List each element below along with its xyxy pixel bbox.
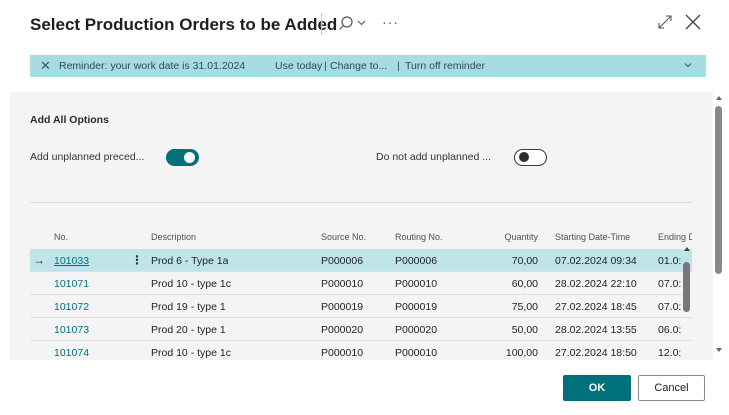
content-scrollbar[interactable] [714, 92, 724, 358]
table-scrollbar[interactable] [682, 247, 692, 351]
cell-starting-date-time: 27.02.2024 18:45 [555, 301, 637, 313]
column-header-ending-date-time[interactable]: Ending D [658, 232, 692, 242]
column-header-routing-no[interactable]: Routing No. [395, 232, 443, 242]
dismiss-reminder-icon[interactable]: ✕ [40, 58, 51, 74]
dialog-title: Select Production Orders to be Added [30, 15, 338, 34]
cell-source-no: P000010 [321, 347, 364, 359]
ok-button[interactable]: OK [563, 375, 631, 401]
more-options-button[interactable]: ··· [382, 14, 399, 30]
close-icon [685, 14, 701, 30]
column-header-quantity[interactable]: Quantity [488, 232, 538, 242]
cell-ending-date-time: 07.0: [658, 278, 682, 290]
scroll-up-icon[interactable] [716, 96, 722, 100]
cell-no[interactable]: 101071 [54, 278, 89, 290]
chevron-down-icon[interactable] [682, 59, 694, 71]
cell-routing-no: P000019 [395, 301, 438, 313]
close-button[interactable] [683, 12, 703, 32]
cell-quantity: 70,00 [511, 255, 538, 267]
toggle-knob [519, 152, 529, 162]
scroll-down-icon[interactable] [716, 348, 722, 352]
add-unplanned-label: Add unplanned preced... [30, 151, 145, 163]
add-unplanned-toggle[interactable] [166, 149, 199, 166]
cell-routing-no: P000020 [395, 324, 438, 336]
column-header-source-no[interactable]: Source No. [321, 232, 366, 242]
cell-starting-date-time: 28.02.2024 22:10 [555, 278, 637, 290]
use-today-link[interactable]: Use today [275, 60, 322, 72]
do-not-add-unplanned-toggle[interactable] [514, 149, 547, 166]
arrow-right-icon: → [33, 253, 45, 267]
cell-no[interactable]: 101074 [54, 347, 89, 359]
table-row[interactable]: 101073 Prod 20 - type 1 P000020 P000020 … [30, 318, 692, 341]
toggle-knob [184, 152, 195, 163]
table-body: → 101033 ⋮ Prod 6 - Type 1a P000006 P000… [30, 249, 692, 360]
reminder-separator: | [324, 60, 327, 72]
dialog-content: Add All Options Add unplanned preced... … [10, 92, 713, 360]
row-actions-icon[interactable]: ⋮ [131, 253, 143, 267]
do-not-add-unplanned-label: Do not add unplanned ... [376, 151, 492, 163]
content-scrollbar-thumb[interactable] [715, 106, 722, 274]
cell-ending-date-time: 01.0: [658, 255, 682, 267]
cell-quantity: 75,00 [511, 301, 538, 313]
cell-source-no: P000020 [321, 324, 364, 336]
table-row[interactable]: → 101033 ⋮ Prod 6 - Type 1a P000006 P000… [30, 249, 692, 272]
cell-description: Prod 20 - type 1 [151, 324, 226, 336]
search-icon [339, 16, 366, 30]
cell-no[interactable]: 101033 [54, 255, 89, 267]
search-button[interactable] [336, 12, 372, 36]
cell-ending-date-time: 12.0: [658, 347, 682, 359]
cell-description: Prod 6 - Type 1a [151, 255, 229, 267]
column-header-starting-date-time[interactable]: Starting Date-Time [555, 232, 630, 242]
cell-no[interactable]: 101072 [54, 301, 89, 313]
cell-routing-no: P000006 [395, 255, 438, 267]
cell-description: Prod 10 - type 1c [151, 347, 231, 359]
cell-routing-no: P000010 [395, 278, 438, 290]
cell-routing-no: P000010 [395, 347, 438, 359]
cell-description: Prod 19 - type 1 [151, 301, 226, 313]
cell-starting-date-time: 27.02.2024 18:50 [555, 347, 637, 359]
title-divider [321, 13, 322, 35]
expand-button[interactable] [656, 13, 674, 31]
reminder-message: Reminder: your work date is 31.01.2024 [59, 60, 246, 72]
cell-source-no: P000010 [321, 278, 364, 290]
column-header-no[interactable]: No. [54, 232, 68, 242]
column-header-description[interactable]: Description [151, 232, 196, 242]
cell-source-no: P000006 [321, 255, 364, 267]
cell-source-no: P000019 [321, 301, 364, 313]
change-to-link[interactable]: Change to... [330, 60, 387, 72]
divider [30, 202, 692, 203]
dialog-header: Select Production Orders to be Added ··· [0, 0, 729, 50]
cell-description: Prod 10 - type 1c [151, 278, 231, 290]
cell-quantity: 100,00 [505, 347, 538, 359]
turn-off-reminder-link[interactable]: Turn off reminder [405, 60, 485, 72]
table-scrollbar-thumb[interactable] [683, 262, 690, 312]
cancel-button[interactable]: Cancel [638, 375, 705, 401]
cell-ending-date-time: 06.0: [658, 324, 682, 336]
expand-icon [658, 15, 672, 29]
reminder-separator: | [397, 60, 400, 72]
work-date-reminder-bar: ✕ Reminder: your work date is 31.01.2024… [30, 55, 706, 77]
table-header: No. Description Source No. Routing No. Q… [30, 228, 692, 248]
scroll-up-icon[interactable] [684, 247, 690, 251]
cell-starting-date-time: 07.02.2024 09:34 [555, 255, 637, 267]
table-row[interactable]: 101071 Prod 10 - type 1c P000010 P000010… [30, 272, 692, 295]
section-title-add-all-options: Add All Options [30, 114, 109, 126]
cell-quantity: 50,00 [511, 324, 538, 336]
cell-ending-date-time: 07.0: [658, 301, 682, 313]
cell-quantity: 60,00 [511, 278, 538, 290]
table-row[interactable]: 101074 Prod 10 - type 1c P000010 P000010… [30, 341, 692, 360]
cell-no[interactable]: 101073 [54, 324, 89, 336]
cell-starting-date-time: 28.02.2024 13:55 [555, 324, 637, 336]
table-row[interactable]: 101072 Prod 19 - type 1 P000019 P000019 … [30, 295, 692, 318]
